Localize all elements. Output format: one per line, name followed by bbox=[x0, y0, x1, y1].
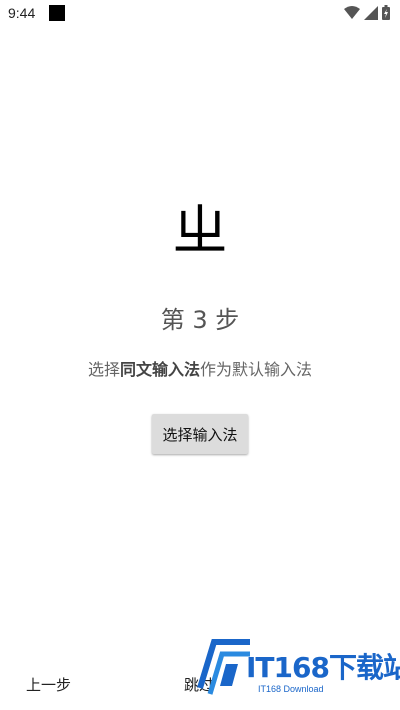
instruction-text: 选择同文输入法作为默认输入法 bbox=[0, 356, 400, 380]
watermark-subtext: IT168 Download bbox=[258, 684, 324, 694]
status-time: 9:44 bbox=[8, 5, 36, 21]
watermark-text: IT168下载站 bbox=[246, 651, 400, 684]
notification-icon bbox=[49, 5, 65, 21]
watermark: IT168下载站 IT168 Download bbox=[192, 636, 400, 700]
status-icons bbox=[344, 5, 390, 20]
battery-icon bbox=[382, 5, 390, 20]
prev-step-button[interactable]: 上一步 bbox=[26, 674, 71, 695]
instruction-highlight: 同文输入法 bbox=[119, 360, 200, 379]
signal-icon bbox=[364, 5, 378, 20]
step-title: 第 3 步 bbox=[160, 306, 240, 334]
app-logo-glyph: ㄓ bbox=[172, 199, 228, 264]
watermark-logo-icon bbox=[197, 639, 250, 695]
instruction-prefix: 选择 bbox=[87, 360, 120, 379]
select-ime-button[interactable]: 选择输入法 bbox=[152, 414, 248, 454]
instruction-suffix: 作为默认输入法 bbox=[200, 360, 313, 379]
status-bar: 9:44 bbox=[0, 0, 400, 28]
wifi-icon bbox=[344, 5, 360, 19]
